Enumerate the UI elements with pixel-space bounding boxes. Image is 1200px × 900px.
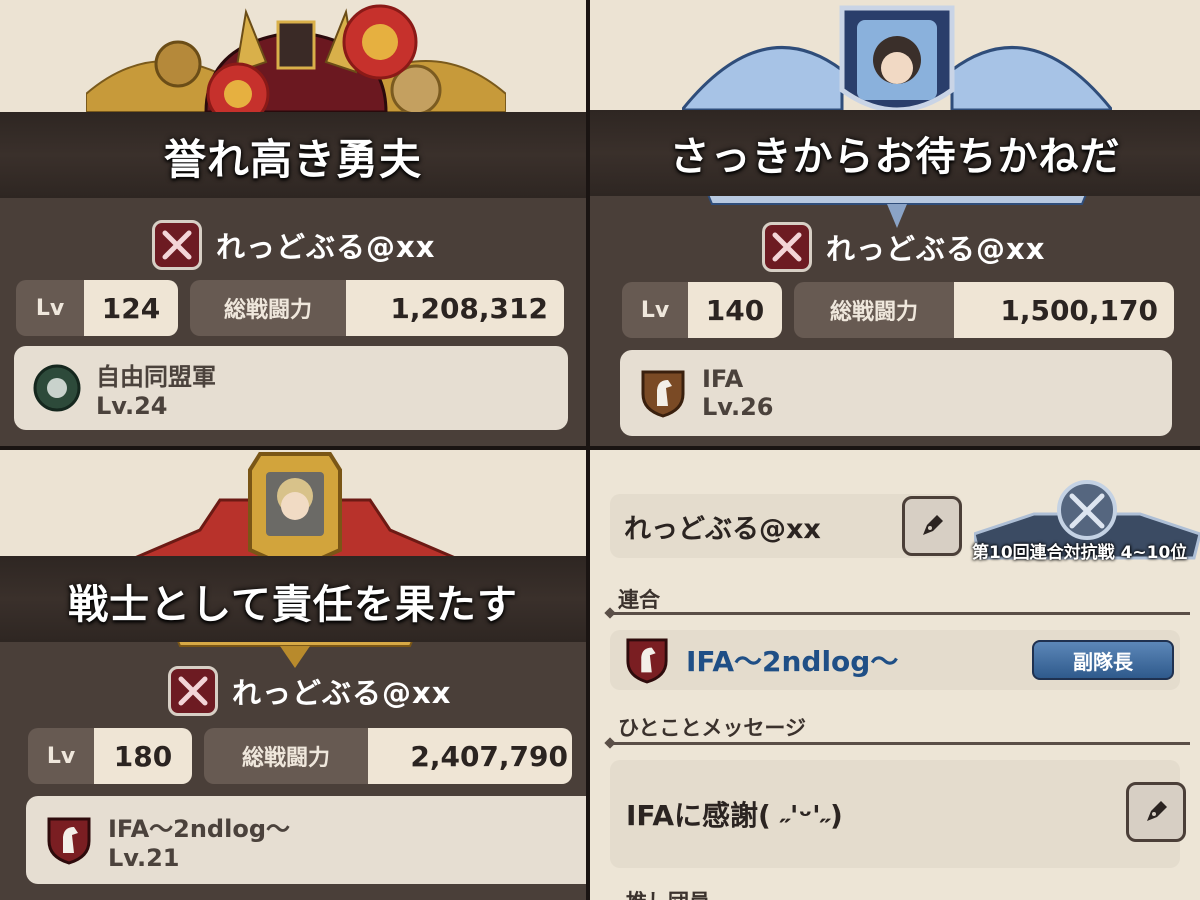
player-name-row: れっどぶる@xx xyxy=(152,220,435,270)
player-name-row: れっどぶる@xx xyxy=(762,222,1045,272)
power-value: 1,208,312 xyxy=(346,280,564,336)
level-value: 140 xyxy=(688,282,782,338)
horse-shield-icon xyxy=(638,368,688,418)
union-name-link[interactable]: IFA〜2ndlog〜 xyxy=(686,640,898,680)
edit-name-button[interactable] xyxy=(902,496,962,556)
alliance-level: Lv.24 xyxy=(96,391,168,420)
power-value: 2,407,790 xyxy=(368,728,572,784)
level-stat: Lv 124 xyxy=(16,280,178,336)
profile-card-3: 戦士として責任を果たす れっどぶる@xx Lv 180 総戦闘力 2,407,7… xyxy=(0,450,586,900)
alliance-name: IFA〜2ndlog〜 xyxy=(108,814,291,843)
level-stat: Lv 180 xyxy=(28,728,192,784)
profile-card-2: さっきからお待ちかねだ れっどぶる@xx Lv 140 総戦闘力 1,500,1… xyxy=(590,0,1200,446)
profile-card-1: 誉れ高き勇夫 れっどぶる@xx Lv 124 総戦闘力 1,208,312 自由… xyxy=(0,0,586,446)
level-label: Lv xyxy=(16,280,84,336)
alliance-box[interactable]: IFA〜2ndlog〜 Lv.21 xyxy=(26,796,586,884)
level-value: 124 xyxy=(84,280,178,336)
stats-row: Lv 124 総戦闘力 1,208,312 xyxy=(16,280,564,336)
level-stat: Lv 140 xyxy=(622,282,782,338)
player-name: れっどぶる@xx xyxy=(232,676,452,710)
power-stat: 総戦闘力 1,500,170 xyxy=(794,282,1174,338)
alliance-crest-icon xyxy=(32,363,82,413)
alliance-box[interactable]: 自由同盟軍 Lv.24 xyxy=(14,346,568,430)
edit-message-button[interactable] xyxy=(1126,782,1186,842)
section-divider xyxy=(610,742,1190,745)
alliance-name: 自由同盟軍 xyxy=(96,362,216,391)
union-section-label: 連合 xyxy=(618,588,660,612)
crossed-swords-icon xyxy=(168,666,218,716)
player-title: 誉れ高き勇夫 xyxy=(163,135,422,184)
crossed-swords-icon xyxy=(762,222,812,272)
alliance-level: Lv.21 xyxy=(108,843,180,872)
player-name: れっどぶる@xx xyxy=(826,232,1046,266)
pen-icon xyxy=(1147,801,1167,821)
message-section-label: ひとことメッセージ xyxy=(618,716,806,740)
alliance-box[interactable]: IFA Lv.26 xyxy=(620,350,1172,436)
player-name-row: れっどぶる@xx xyxy=(168,666,451,716)
power-value: 1,500,170 xyxy=(954,282,1174,338)
horse-shield-icon xyxy=(622,635,672,685)
crossed-swords-icon xyxy=(152,220,202,270)
power-label: 総戦闘力 xyxy=(204,728,368,784)
alliance-level: Lv.26 xyxy=(702,393,774,421)
level-label: Lv xyxy=(622,282,688,338)
player-name: れっどぶる@xx xyxy=(216,230,436,264)
alliance-name: IFA xyxy=(702,365,744,393)
power-stat: 総戦闘力 1,208,312 xyxy=(190,280,564,336)
horse-shield-icon xyxy=(44,815,94,865)
stats-row: Lv 180 総戦闘力 2,407,790 xyxy=(28,728,572,784)
stats-row: Lv 140 総戦闘力 1,500,170 xyxy=(622,282,1174,338)
player-title: 戦士として責任を果たす xyxy=(68,582,518,628)
pen-icon xyxy=(923,515,943,535)
level-value: 180 xyxy=(94,728,192,784)
power-label: 総戦闘力 xyxy=(190,280,346,336)
message-text: IFAに感謝( ˶'ᵕ'˶) xyxy=(610,760,1180,868)
section-divider xyxy=(610,612,1190,615)
level-label: Lv xyxy=(28,728,94,784)
power-stat: 総戦闘力 2,407,790 xyxy=(204,728,572,784)
profile-detail-panel: れっどぶる@xx 第10回連合対抗戦 4~10位 連合 IFA〜2ndlog〜 … xyxy=(590,450,1200,900)
rank-caption: 第10回連合対抗戦 4~10位 xyxy=(972,543,1188,563)
next-section-label: 推し団員 xyxy=(626,886,710,900)
role-badge: 副隊長 xyxy=(1032,640,1174,680)
power-label: 総戦闘力 xyxy=(794,282,954,338)
player-title: さっきからお待ちかねだ xyxy=(669,134,1121,180)
